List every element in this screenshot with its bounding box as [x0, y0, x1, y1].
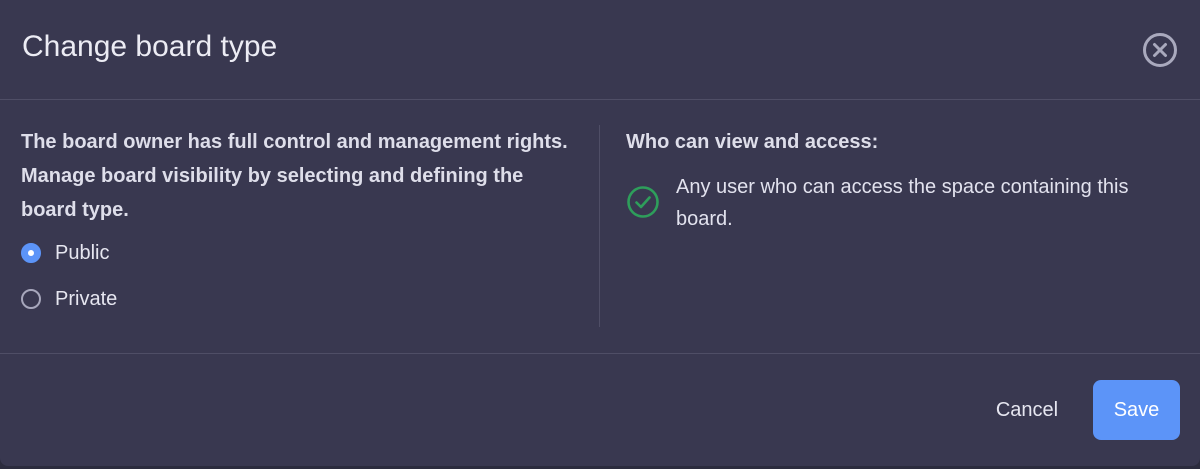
board-type-description: The board owner has full control and man… [21, 131, 568, 221]
radio-public-indicator[interactable] [21, 243, 41, 263]
radio-private[interactable]: Private [21, 286, 117, 312]
close-circle-icon [1143, 33, 1177, 67]
access-item-text: Any user who can access the space contai… [676, 176, 1129, 230]
access-heading: Who can view and access: [626, 131, 879, 153]
save-button[interactable]: Save [1093, 380, 1180, 440]
radio-public[interactable]: Public [21, 240, 109, 266]
dialog-title: Change board type [22, 30, 278, 63]
close-button[interactable] [1142, 32, 1178, 68]
dialog-footer: Cancel Save [0, 354, 1200, 466]
check-circle-icon [627, 186, 659, 218]
radio-private-label: Private [55, 287, 118, 310]
access-section: Who can view and access: Any user who ca… [626, 125, 1186, 230]
radio-private-indicator[interactable] [21, 289, 41, 309]
change-board-type-dialog: Change board type The board owner has fu… [0, 0, 1200, 466]
column-divider [599, 125, 600, 327]
radio-public-label: Public [55, 241, 110, 264]
dialog-body: The board owner has full control and man… [0, 100, 1200, 354]
cancel-button[interactable]: Cancel [978, 380, 1076, 440]
board-type-section: The board owner has full control and man… [21, 125, 581, 310]
dialog-header: Change board type [0, 0, 1200, 100]
